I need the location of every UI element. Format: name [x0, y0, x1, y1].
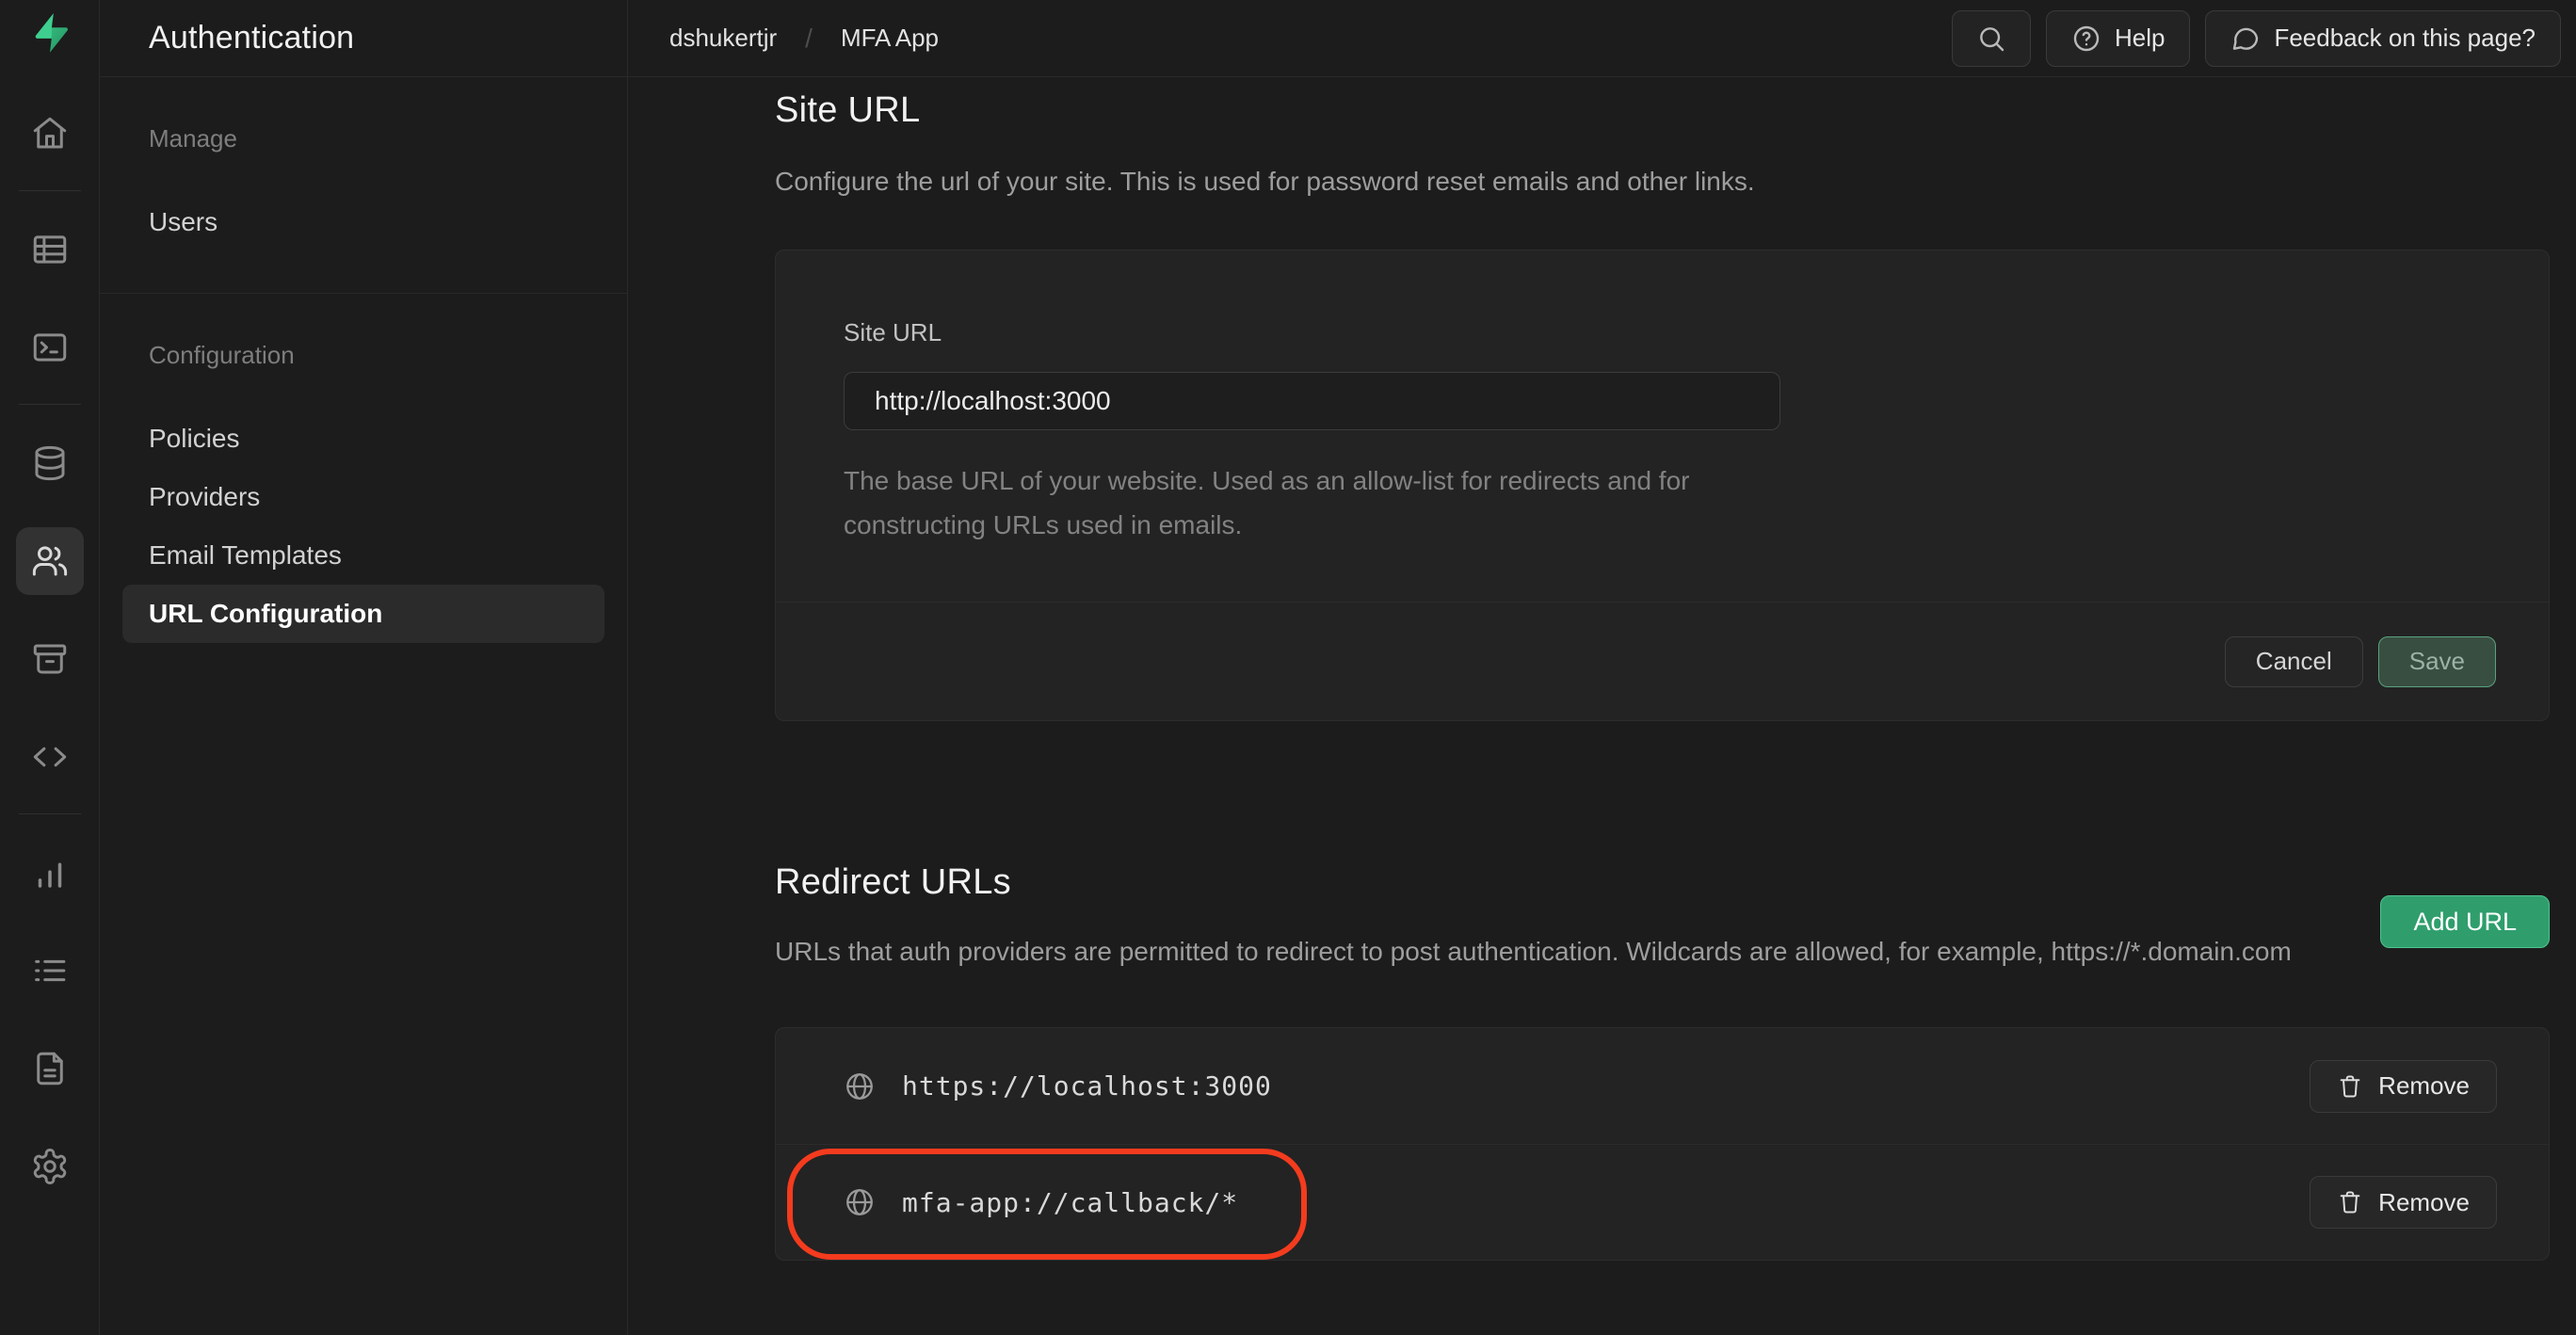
redirect-urls-heading: Redirect URLs [775, 862, 1011, 902]
help-circle-icon [2073, 25, 2100, 51]
message-bubble-icon [2233, 27, 2259, 50]
rail-divider [18, 813, 81, 814]
reports-icon[interactable] [16, 839, 84, 907]
edge-functions-icon[interactable] [16, 723, 84, 791]
globe-icon [846, 1189, 873, 1215]
logs-icon[interactable] [16, 937, 84, 1005]
site-url-card-footer: Cancel Save [776, 602, 2549, 720]
redirect-urls-list: https://localhost:3000 Remove mfa-app://… [775, 1027, 2550, 1261]
rail-divider [18, 190, 81, 191]
search-icon [1980, 26, 2004, 51]
redirect-urls-header-text: Redirect URLs URLs that auth providers a… [775, 862, 2292, 974]
site-url-heading: Site URL [775, 90, 921, 130]
sidebar-item-users[interactable]: Users [122, 193, 604, 251]
site-url-field-label: Site URL [844, 318, 942, 346]
trash-icon [2340, 1191, 2360, 1214]
auth-sidebar: Authentication Manage Users Configuratio… [100, 0, 628, 1335]
redirect-url-value: https://localhost:3000 [902, 1070, 1272, 1102]
redirect-url-value: mfa-app://callback/* [902, 1186, 1239, 1218]
storage-icon[interactable] [16, 625, 84, 693]
redirect-urls-header: Redirect URLs URLs that auth providers a… [775, 862, 2550, 974]
remove-button-label: Remove [2378, 1187, 2470, 1216]
sidebar-item-policies[interactable]: Policies [122, 410, 604, 468]
redirect-url-row: https://localhost:3000 Remove [776, 1028, 2549, 1144]
content-scroll-area: Site URL Configure the url of your site.… [628, 77, 2576, 1335]
database-icon[interactable] [16, 429, 84, 497]
feedback-button-label: Feedback on this page? [2274, 24, 2536, 52]
breadcrumb-org[interactable]: dshukertjr [669, 24, 777, 53]
site-url-field-help: The base URL of your website. Used as an… [844, 466, 1690, 539]
api-docs-icon[interactable] [16, 1035, 84, 1102]
topbar-actions: Help Feedback on this page? [1951, 9, 2561, 67]
globe-icon [846, 1072, 873, 1100]
remove-url-button[interactable]: Remove [2310, 1176, 2497, 1229]
icon-rail [0, 0, 100, 1335]
site-url-description: Configure the url of your site. This is … [775, 167, 1755, 196]
sidebar-item-url-configuration[interactable]: URL Configuration [122, 585, 604, 643]
search-button[interactable] [1951, 9, 2031, 67]
breadcrumb-project[interactable]: MFA App [841, 24, 939, 53]
site-url-card: Site URL http://localhost:3000 The base … [775, 249, 2550, 721]
authentication-icon[interactable] [15, 527, 84, 595]
sidebar-item-email-templates[interactable]: Email Templates [122, 526, 604, 585]
settings-gear-icon[interactable] [16, 1133, 84, 1200]
sidebar-nav: Manage Users Configuration Policies Prov… [100, 77, 627, 643]
app-window: Authentication Manage Users Configuratio… [0, 0, 2576, 1335]
section-label-configuration: Configuration [149, 341, 295, 369]
page-title: Authentication [149, 20, 355, 56]
main-area: dshukertjr / MFA App Help Feedback on th… [628, 0, 2576, 1335]
help-button-label: Help [2114, 24, 2165, 52]
redirect-urls-description: URLs that auth providers are permitted t… [775, 937, 2292, 966]
cancel-button[interactable]: Cancel [2224, 635, 2363, 687]
rail-divider [18, 404, 81, 405]
section-label-manage: Manage [149, 124, 237, 153]
sidebar-divider [100, 293, 627, 294]
table-editor-icon[interactable] [16, 216, 84, 283]
sidebar-header: Authentication [100, 0, 627, 77]
redirect-url-row: mfa-app://callback/* Remove [776, 1144, 2549, 1260]
supabase-logo-icon[interactable] [26, 9, 73, 56]
add-url-button[interactable]: Add URL [2380, 895, 2550, 948]
help-button[interactable]: Help [2045, 9, 2191, 67]
feedback-button[interactable]: Feedback on this page? [2205, 9, 2561, 67]
site-url-card-body: Site URL http://localhost:3000 The base … [776, 250, 2549, 602]
sidebar-item-providers[interactable]: Providers [122, 468, 604, 526]
sql-editor-icon[interactable] [16, 314, 84, 381]
breadcrumb-separator: / [805, 23, 813, 53]
home-icon[interactable] [16, 100, 84, 168]
save-button[interactable]: Save [2377, 635, 2496, 687]
site-url-input[interactable]: http://localhost:3000 [844, 372, 1780, 430]
top-bar: dshukertjr / MFA App Help Feedback on th… [628, 0, 2576, 77]
trash-icon [2340, 1075, 2360, 1097]
remove-button-label: Remove [2378, 1071, 2470, 1100]
remove-url-button[interactable]: Remove [2310, 1059, 2497, 1113]
